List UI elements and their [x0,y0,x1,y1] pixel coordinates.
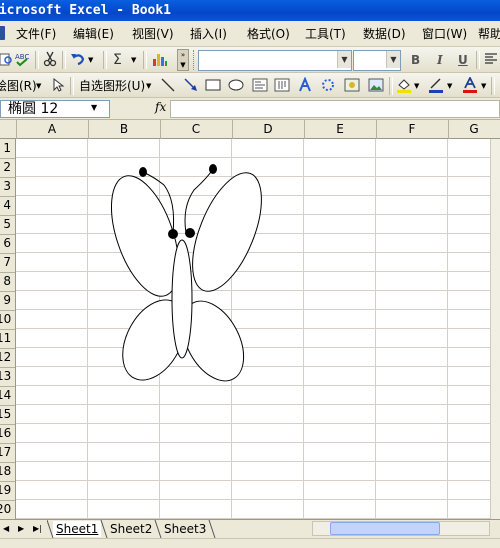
left-antenna-tip[interactable] [139,167,147,177]
menu-help[interactable]: 帮助 [478,26,500,42]
column-header[interactable]: B [88,120,161,139]
row-header[interactable]: 13 [0,367,15,387]
row-header[interactable]: 15 [0,405,15,425]
italic-button[interactable]: I [437,51,443,69]
next-sheet-button[interactable]: ▶ [18,522,24,536]
prev-sheet-button[interactable]: ◀ [3,522,9,536]
row-header[interactable]: 14 [0,386,15,406]
menu-bar: 文件(F) 编辑(E) 视图(V) 插入(I) 格式(O) 工具(T) 数据(D… [0,21,500,47]
row-header[interactable]: 16 [0,424,15,444]
chart-wizard-icon[interactable] [152,51,168,67]
undo-icon[interactable] [70,51,86,67]
bold-button[interactable]: B [411,51,420,69]
cell-grid[interactable] [16,139,490,519]
right-eye[interactable] [185,228,195,238]
fill-color-icon[interactable] [396,77,412,93]
right-antenna-tip[interactable] [209,164,217,174]
wordart-icon[interactable] [297,77,313,93]
vertical-scrollbar[interactable] [490,139,500,519]
insert-function-button[interactable]: fx [155,100,166,114]
text-box-icon[interactable] [252,77,268,93]
drawing-toolbar: 绘图(R) ▼ 自选图形(U) ▼ ▼ ▼ ▼ [0,73,500,98]
column-header[interactable]: E [304,120,377,139]
line-tool-icon[interactable] [160,77,176,93]
last-sheet-button[interactable]: ▶| [33,522,42,536]
font-color-arrow[interactable]: ▼ [481,77,486,95]
font-color-icon[interactable] [462,77,478,93]
line-color-icon[interactable] [428,77,444,93]
vertical-text-box-icon[interactable] [274,77,290,93]
print-preview-icon[interactable] [0,51,14,67]
menu-window[interactable]: 窗口(W) [422,26,467,42]
column-header[interactable]: G [448,120,500,139]
horizontal-scrollbar-thumb[interactable] [330,522,440,535]
row-header[interactable]: 19 [0,481,15,501]
row-header[interactable]: 3 [0,177,15,197]
menu-file[interactable]: 文件(F) [16,26,56,42]
left-eye[interactable] [168,229,178,239]
font-size-combo[interactable]: ▼ [353,50,401,71]
fill-color-arrow[interactable]: ▼ [414,77,419,95]
column-header[interactable]: A [16,120,89,139]
insert-picture-icon[interactable] [368,77,384,93]
toolbar-grip[interactable] [193,50,196,70]
document-icon [0,26,5,40]
row-header[interactable]: 12 [0,348,15,368]
font-name-combo[interactable]: ▼ [198,50,352,71]
menu-edit[interactable]: 编辑(E) [73,26,114,42]
row-header[interactable]: 4 [0,196,15,216]
row-header[interactable]: 10 [0,310,15,330]
autoshapes-menu-button[interactable]: 自选图形(U) [79,77,145,95]
menu-insert[interactable]: 插入(I) [190,26,227,42]
spelling-icon[interactable]: ABC [14,51,30,67]
column-header[interactable]: C [160,120,233,139]
row-header[interactable]: 17 [0,443,15,463]
clip-art-icon[interactable] [344,77,360,93]
menu-tools[interactable]: 工具(T) [305,26,346,42]
row-header[interactable]: 11 [0,329,15,349]
toolbar-options-button[interactable]: » ▼ [177,49,189,71]
row-headers: 1 2 3 4 5 6 7 8 9 10 11 12 13 14 15 16 1… [0,139,16,519]
name-box-dropdown-arrow[interactable]: ▼ [91,103,97,112]
row-header[interactable]: 18 [0,462,15,482]
column-header[interactable]: F [376,120,449,139]
oval-tool-icon[interactable] [228,77,244,93]
select-all-corner[interactable] [0,120,17,139]
butterfly-drawing[interactable] [16,139,490,519]
row-header[interactable]: 1 [0,139,15,159]
menu-data[interactable]: 数据(D) [363,26,406,42]
row-header[interactable]: 7 [0,253,15,273]
diagram-icon[interactable] [320,77,336,93]
autosum-button[interactable]: Σ [113,51,122,69]
cut-icon[interactable] [42,51,58,67]
arrow-tool-icon[interactable] [183,77,199,93]
column-header[interactable]: D [232,120,305,139]
align-left-icon[interactable] [484,51,500,67]
row-header[interactable]: 20 [0,500,15,519]
rectangle-tool-icon[interactable] [205,77,221,93]
autosum-dropdown-arrow[interactable]: ▼ [131,51,136,69]
line-color-arrow[interactable]: ▼ [447,77,452,95]
status-bar [0,538,500,548]
menu-view[interactable]: 视图(V) [132,26,174,42]
undo-dropdown-arrow[interactable]: ▼ [88,51,93,69]
draw-menu-button[interactable]: 绘图(R) [0,77,37,95]
column-headers: A B C D E F G [0,120,500,139]
sheet-tab-dividers [47,520,216,539]
title-bar: Microsoft Excel - Book1 [0,0,500,21]
window-title: Microsoft Excel - Book1 [0,3,172,18]
menu-format[interactable]: 格式(O) [247,26,290,42]
row-header[interactable]: 5 [0,215,15,235]
butterfly-body[interactable] [171,239,193,359]
row-header[interactable]: 6 [0,234,15,254]
select-objects-icon[interactable] [50,77,66,93]
underline-button[interactable]: U [458,51,468,69]
standard-toolbar: ABC ▼ Σ ▼ » ▼ ▼ ▼ B I U [0,47,500,73]
row-header[interactable]: 2 [0,158,15,178]
row-header[interactable]: 8 [0,272,15,292]
row-header[interactable]: 9 [0,291,15,311]
formula-input[interactable] [170,100,500,118]
draw-menu-arrow[interactable]: ▼ [36,77,41,95]
autoshapes-menu-arrow[interactable]: ▼ [146,77,151,95]
